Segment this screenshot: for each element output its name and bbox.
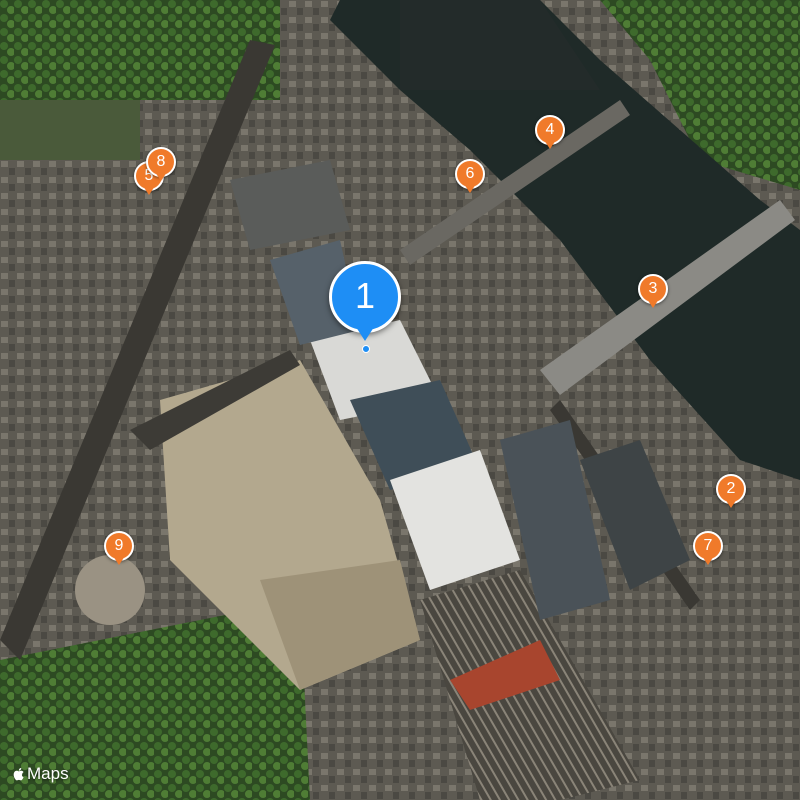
map-marker-2[interactable]: 2 <box>716 474 746 512</box>
apple-logo-icon <box>13 767 24 781</box>
marker-tail <box>464 184 476 193</box>
map-marker-3[interactable]: 3 <box>638 274 668 312</box>
map-marker-4[interactable]: 4 <box>535 115 565 153</box>
map-marker-8[interactable]: 8 <box>146 147 176 185</box>
satellite-imagery <box>0 0 800 800</box>
maps-attribution[interactable]: Maps <box>12 764 69 784</box>
map-marker-7[interactable]: 7 <box>693 531 723 569</box>
map-marker-6[interactable]: 6 <box>455 159 485 197</box>
selected-marker-label: 1 <box>329 261 401 333</box>
marker-tail <box>113 556 125 565</box>
marker-tail <box>647 299 659 308</box>
marker-tail <box>544 140 556 149</box>
selected-marker-tail <box>356 327 374 341</box>
map-marker-9[interactable]: 9 <box>104 531 134 569</box>
attribution-text: Maps <box>27 764 69 783</box>
marker-tail <box>702 556 714 565</box>
marker-tail <box>155 172 167 181</box>
marker-tail <box>725 499 737 508</box>
satellite-map[interactable]: 1 2 3 4 5 6 7 8 9 Maps <box>0 0 800 800</box>
selected-marker-point <box>362 345 370 353</box>
selected-location-marker[interactable]: 1 <box>329 261 405 353</box>
marker-tail <box>143 186 155 195</box>
